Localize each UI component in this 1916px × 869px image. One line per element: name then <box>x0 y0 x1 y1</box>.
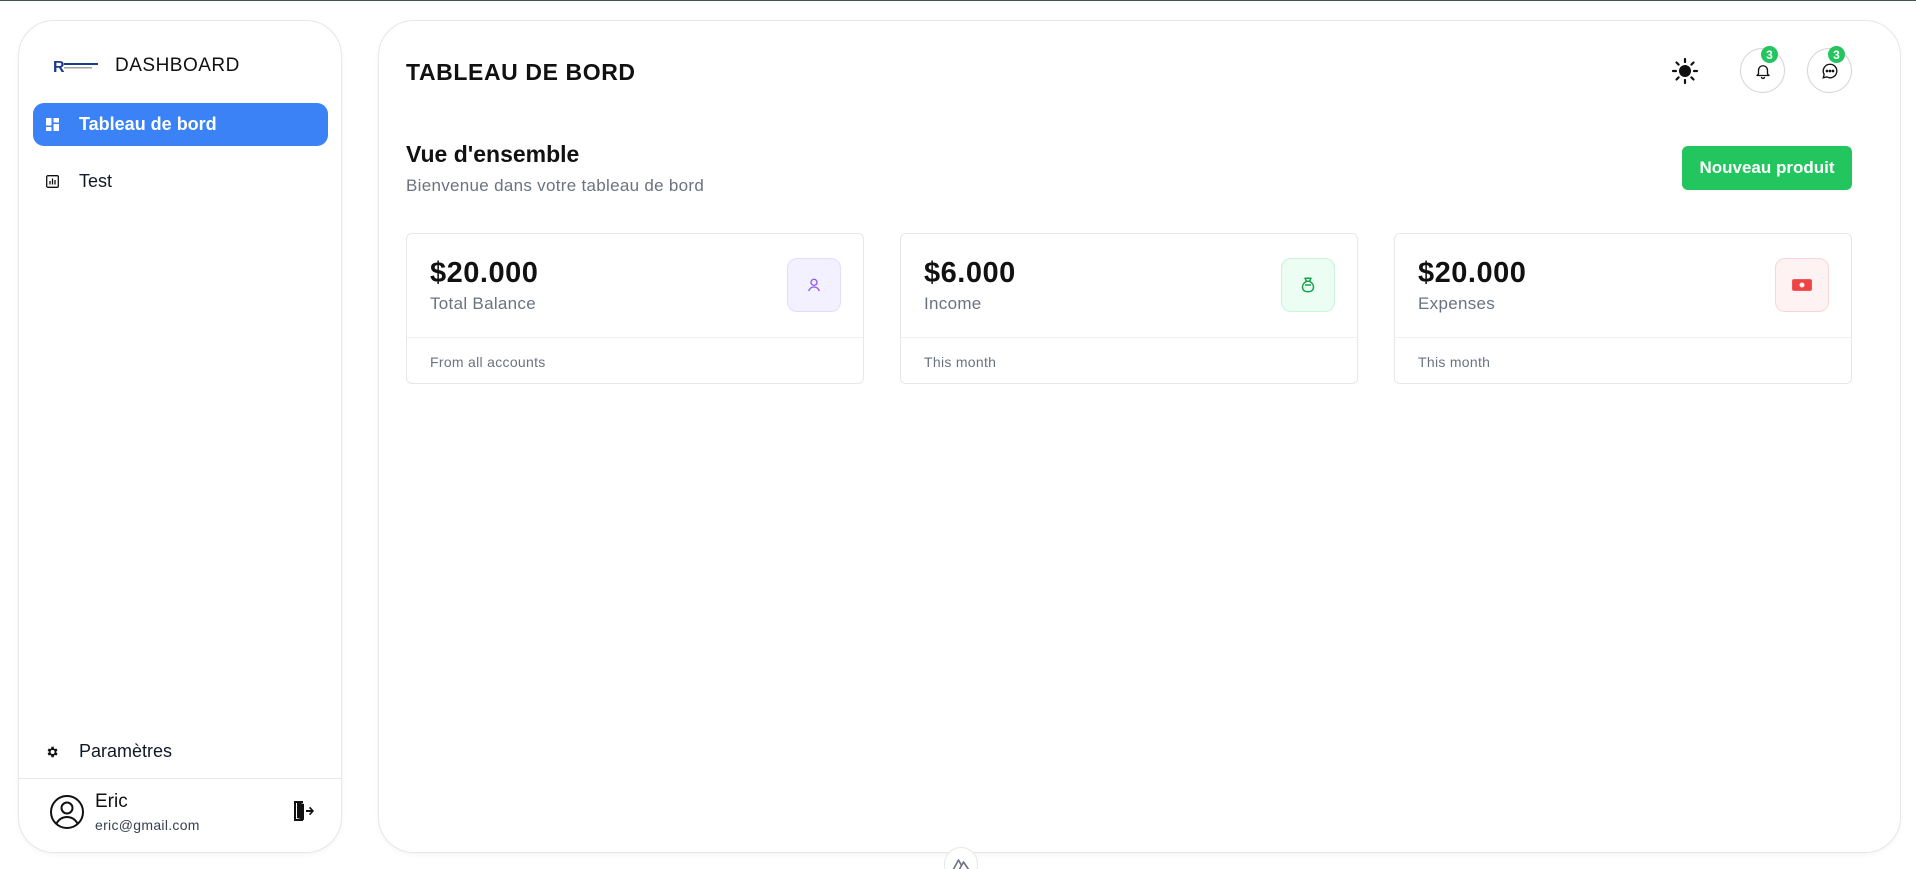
section-subtitle: Bienvenue dans votre tableau de bord <box>406 176 705 195</box>
gear-icon <box>45 745 59 759</box>
logout-door-icon[interactable] <box>291 799 315 823</box>
bell-icon <box>1754 62 1772 80</box>
sidebar-item-label: Paramètres <box>79 741 173 761</box>
stat-label: Income <box>924 294 982 313</box>
banknote-icon <box>1775 258 1829 312</box>
stat-label: Total Balance <box>430 294 536 313</box>
user-circle-icon <box>49 794 85 830</box>
sidebar-item-label: Tableau de bord <box>79 114 217 134</box>
user-icon <box>787 258 841 312</box>
stat-card-income: $6.000 Income This month <box>900 233 1358 384</box>
stat-footer: This month <box>1418 354 1491 370</box>
new-product-button[interactable]: Nouveau produit <box>1682 146 1852 190</box>
stat-card-expenses: $20.000 Expenses This month <box>1394 233 1852 384</box>
section-title: Vue d'ensemble <box>406 141 580 167</box>
messages-button[interactable]: 3 <box>1807 46 1852 93</box>
stat-footer: From all accounts <box>430 354 546 370</box>
stat-value: $20.000 <box>430 257 539 289</box>
user-profile[interactable]: Eric eric@gmail.com <box>49 791 200 833</box>
sidebar-item-label: Test <box>79 171 113 191</box>
stat-cards: $20.000 Total Balance From all accounts … <box>406 233 1852 384</box>
stat-value: $6.000 <box>924 257 1016 289</box>
stat-value: $20.000 <box>1418 257 1527 289</box>
chat-bubble-icon <box>1821 62 1839 80</box>
sidebar: R DASHBOARD Tableau de bord Test Paramèt… <box>18 20 342 853</box>
money-bag-icon <box>1281 258 1335 312</box>
brand-logo: R <box>53 57 99 75</box>
user-email: eric@gmail.com <box>95 817 200 833</box>
divider <box>19 778 341 779</box>
sun-icon[interactable] <box>1670 56 1700 86</box>
user-name: Eric <box>95 791 128 812</box>
sidebar-item-test[interactable]: Test <box>33 160 328 203</box>
stat-footer: This month <box>924 354 997 370</box>
divider <box>407 337 863 338</box>
notifications-count-badge: 3 <box>1761 46 1778 63</box>
brand-title: DASHBOARD <box>115 55 240 76</box>
page-title: TABLEAU DE BORD <box>406 59 636 85</box>
sidebar-item-tableau-de-bord[interactable]: Tableau de bord <box>33 103 328 146</box>
divider <box>901 337 1357 338</box>
messages-count-badge: 3 <box>1828 46 1845 63</box>
divider <box>1395 337 1851 338</box>
chart-icon <box>45 175 59 189</box>
dashboard-grid-icon <box>45 118 59 132</box>
brand[interactable]: R DASHBOARD <box>53 51 240 81</box>
notifications-button[interactable]: 3 <box>1740 46 1785 93</box>
svg-text:R: R <box>53 59 65 75</box>
stat-label: Expenses <box>1418 294 1496 313</box>
header-actions: 3 3 <box>1670 46 1852 93</box>
sidebar-item-parametres[interactable]: Paramètres <box>33 730 328 773</box>
main-panel: TABLEAU DE BORD 3 3 Vue d'ensemble Bienv… <box>378 20 1901 853</box>
stat-card-total-balance: $20.000 Total Balance From all accounts <box>406 233 864 384</box>
